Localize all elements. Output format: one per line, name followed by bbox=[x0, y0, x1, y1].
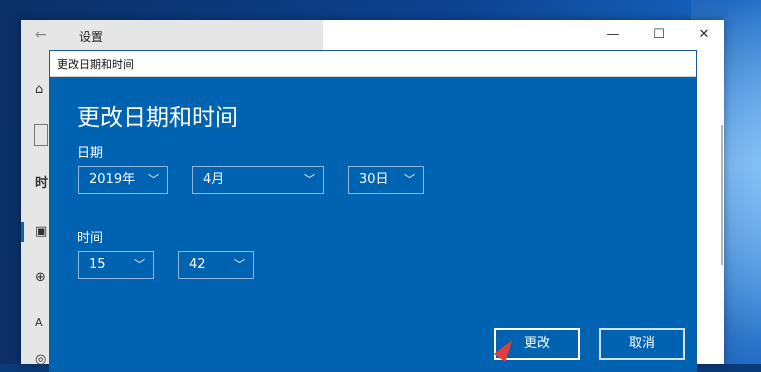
hour-dropdown[interactable]: 15 ﹀ bbox=[78, 251, 154, 279]
date-label: 日期 bbox=[77, 146, 104, 161]
hour-value: 15 bbox=[89, 257, 106, 272]
home-icon[interactable]: ⌂ bbox=[35, 82, 43, 97]
maximize-button[interactable]: ☐ bbox=[644, 24, 674, 46]
language-icon[interactable]: A bbox=[35, 316, 43, 329]
calendar-icon[interactable]: ▣ bbox=[35, 224, 47, 239]
settings-titlebar: ← 设置 — ☐ ✕ bbox=[21, 20, 724, 364]
scrollbar[interactable] bbox=[721, 125, 723, 265]
chevron-down-icon: ﹀ bbox=[234, 258, 245, 271]
year-value: 2019年 bbox=[89, 172, 136, 187]
chevron-down-icon: ﹀ bbox=[304, 173, 315, 186]
chevron-down-icon: ﹀ bbox=[148, 173, 159, 186]
minute-dropdown[interactable]: 42 ﹀ bbox=[178, 251, 254, 279]
cancel-button[interactable]: 取消 bbox=[599, 328, 685, 360]
time-label: 时间 bbox=[77, 231, 104, 246]
year-dropdown[interactable]: 2019年 ﹀ bbox=[78, 166, 168, 194]
back-arrow-icon[interactable]: ← bbox=[35, 27, 47, 43]
search-box-edge[interactable] bbox=[34, 124, 48, 146]
day-value: 30日 bbox=[359, 172, 389, 187]
change-date-time-dialog: 更改日期和时间 更改日期和时间 日期 2019年 ﹀ 4月 ﹀ 30日 ﹀ 时间… bbox=[49, 50, 697, 372]
chevron-down-icon: ﹀ bbox=[134, 258, 145, 271]
globe-icon[interactable]: ⊕ bbox=[35, 270, 46, 285]
dialog-window-title: 更改日期和时间 bbox=[57, 58, 134, 71]
sidebar-selected-indicator bbox=[21, 222, 24, 242]
dialog-titlebar: 更改日期和时间 bbox=[50, 51, 696, 77]
minute-value: 42 bbox=[189, 257, 206, 272]
minimize-button[interactable]: — bbox=[598, 24, 628, 46]
dialog-heading: 更改日期和时间 bbox=[77, 105, 238, 131]
chevron-down-icon: ﹀ bbox=[404, 173, 415, 186]
month-value: 4月 bbox=[203, 172, 225, 187]
month-dropdown[interactable]: 4月 ﹀ bbox=[192, 166, 324, 194]
speech-icon[interactable]: ◎ bbox=[35, 352, 46, 367]
close-button[interactable]: ✕ bbox=[689, 24, 719, 46]
settings-title: 设置 bbox=[79, 30, 104, 44]
sidebar-section-label: 时 bbox=[35, 176, 49, 191]
day-dropdown[interactable]: 30日 ﹀ bbox=[348, 166, 424, 194]
